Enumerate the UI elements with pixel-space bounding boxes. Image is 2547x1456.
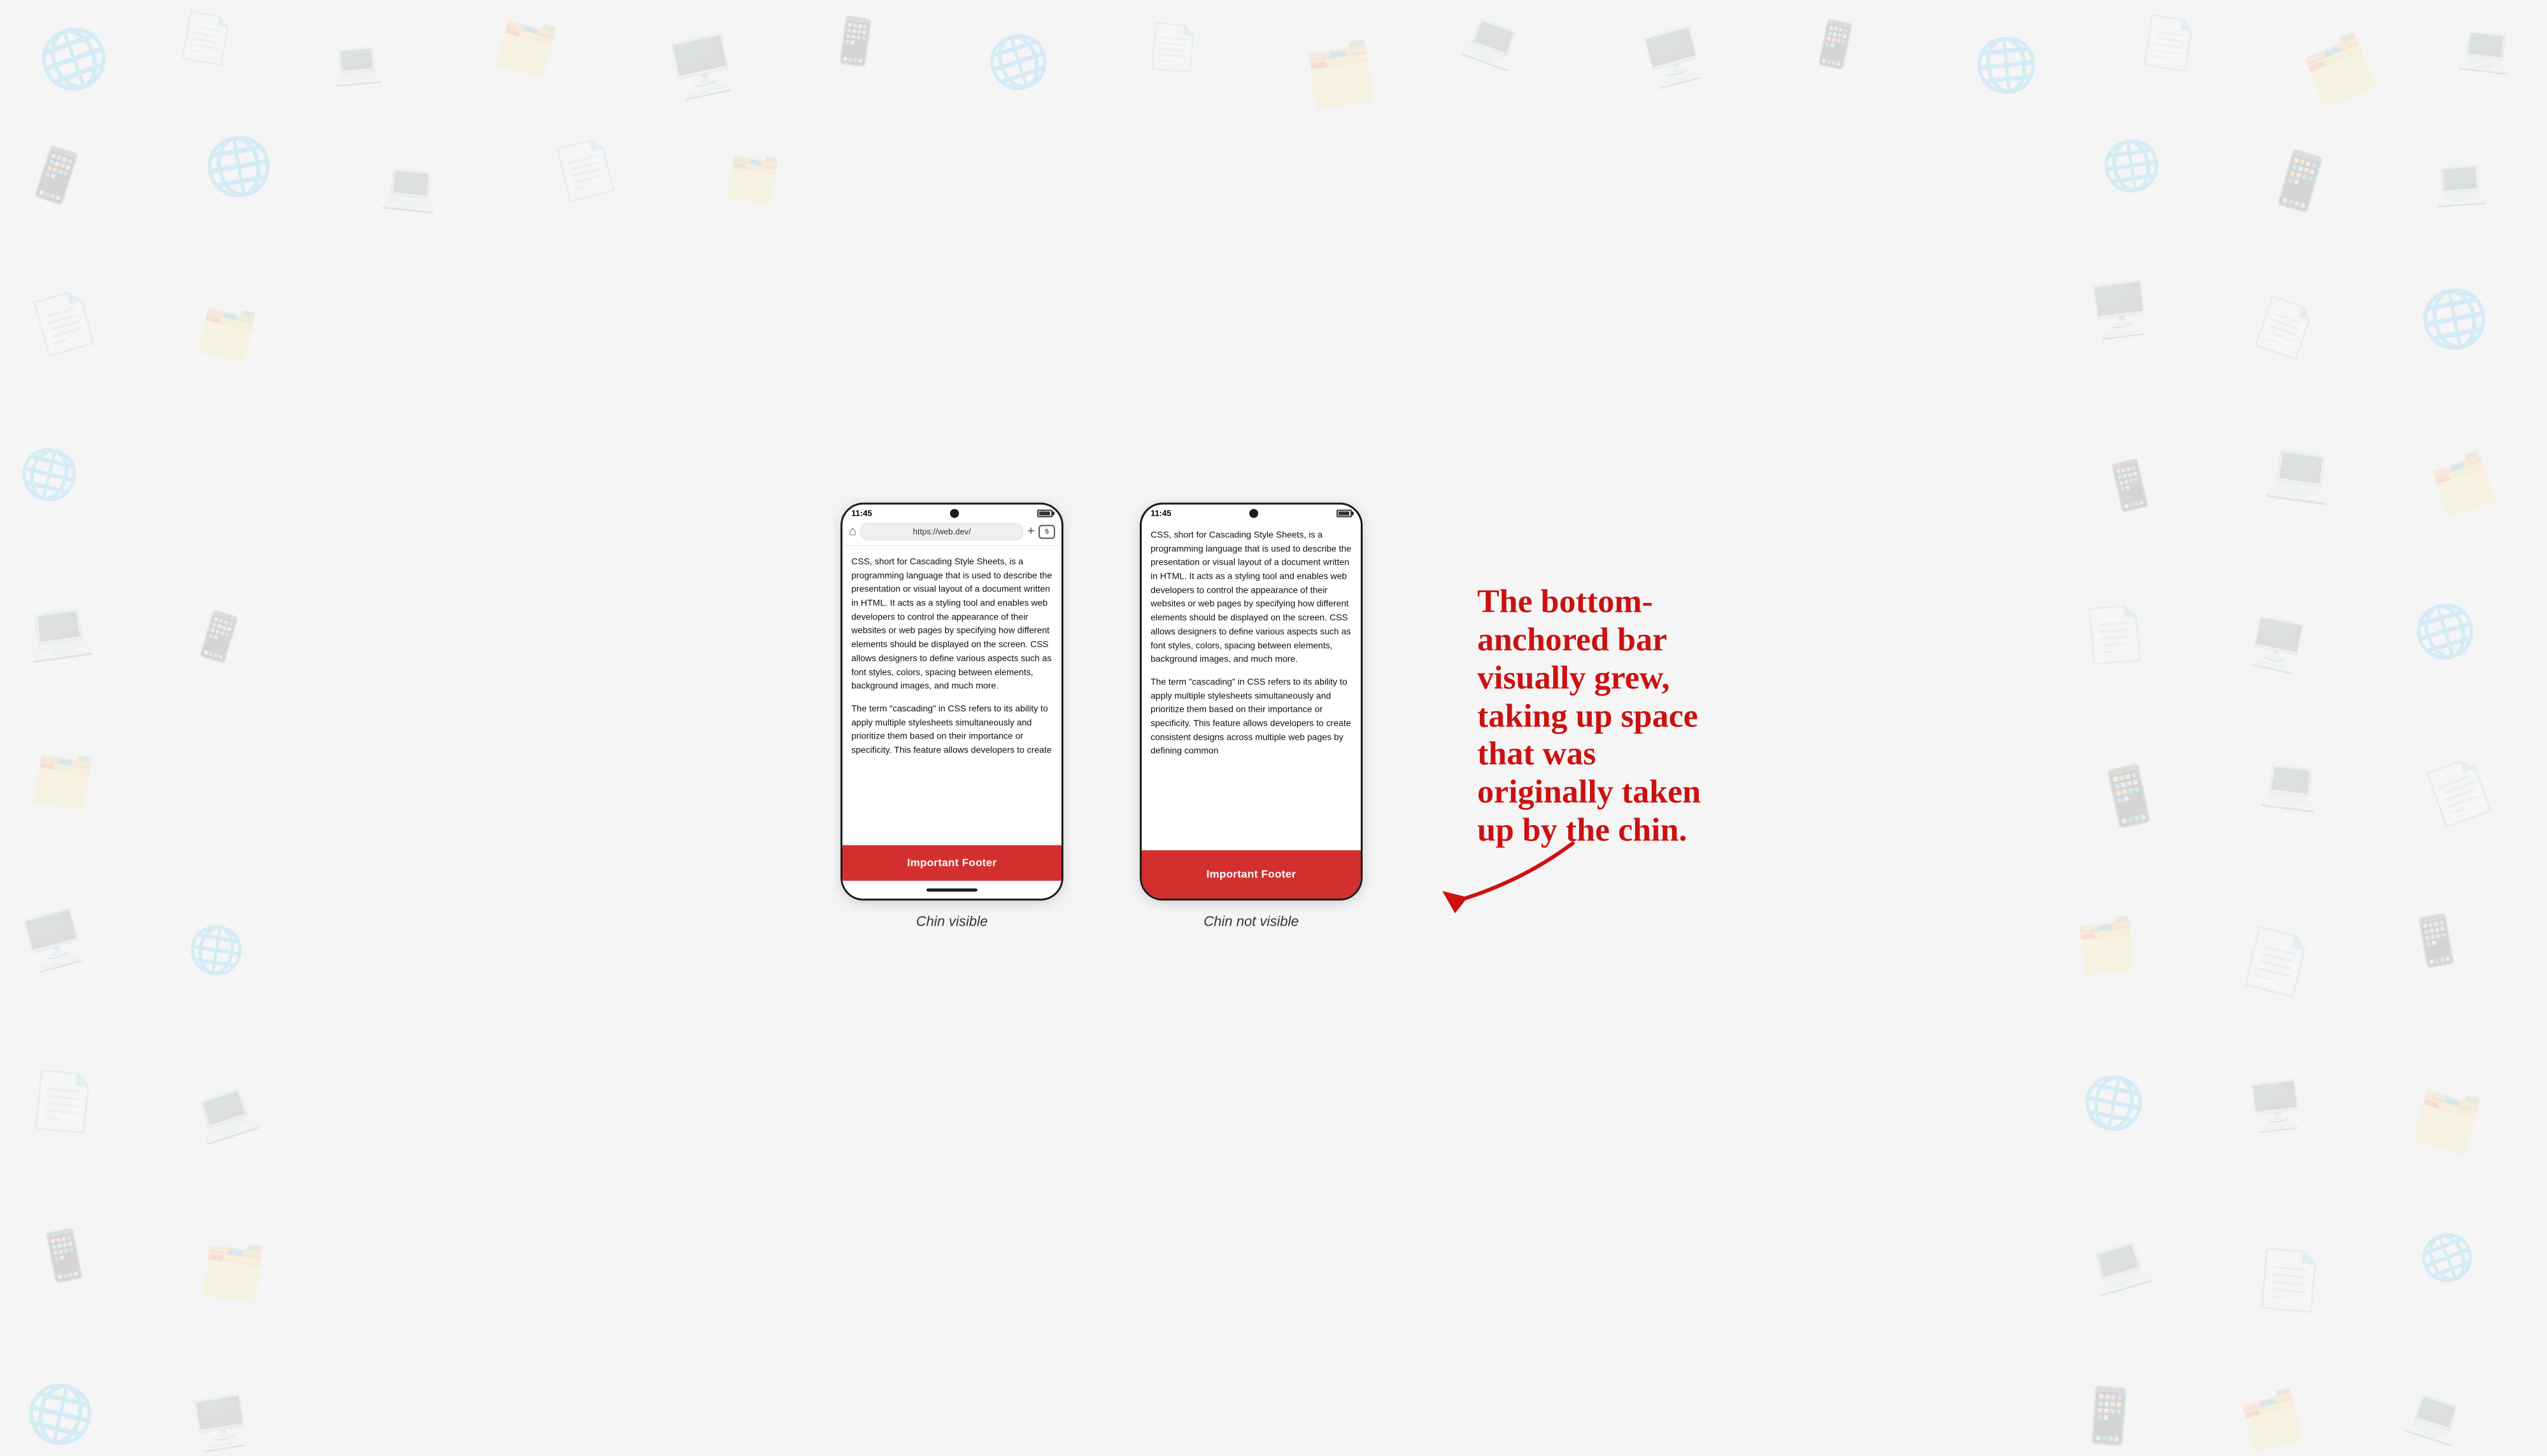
left-phone-chin bbox=[842, 881, 1061, 899]
right-phone-caption: Chin not visible bbox=[1203, 914, 1298, 930]
left-phone-wrapper: 11:45 ⌂ https://web.dev/ + 5 bbox=[841, 503, 1063, 930]
right-phone-wrapper: 11:45 CSS, short for Cascading Style She… bbox=[1140, 503, 1363, 930]
left-content-p1: CSS, short for Cascading Style Sheets, i… bbox=[851, 555, 1053, 693]
left-phone-caption: Chin visible bbox=[916, 914, 988, 930]
right-status-icons bbox=[1337, 509, 1352, 517]
right-content-area: CSS, short for Cascading Style Sheets, i… bbox=[1142, 519, 1361, 851]
left-battery-icon bbox=[1037, 509, 1053, 517]
annotation-line3: visually grew, bbox=[1477, 660, 1670, 696]
annotation-line4: taking up space bbox=[1477, 698, 1698, 734]
left-status-bar: 11:45 bbox=[842, 505, 1061, 519]
right-status-bar: 11:45 bbox=[1142, 505, 1361, 519]
left-camera-notch bbox=[950, 509, 959, 518]
annotation-line5: that was bbox=[1477, 736, 1596, 772]
left-tab-count[interactable]: 5 bbox=[1039, 525, 1055, 539]
right-content-p2: The term "cascading" in CSS refers to it… bbox=[1151, 675, 1352, 758]
left-phone-mockup: 11:45 ⌂ https://web.dev/ + 5 bbox=[841, 503, 1063, 901]
annotation-line1: The bottom- bbox=[1477, 584, 1653, 620]
left-phone-footer: Important Footer bbox=[842, 845, 1061, 881]
annotation-container: The bottom- anchored bar visually grew, … bbox=[1439, 583, 1706, 850]
left-status-icons bbox=[1037, 509, 1053, 517]
left-status-time: 11:45 bbox=[851, 509, 872, 518]
annotation-line6: originally taken bbox=[1477, 774, 1701, 810]
left-home-icon[interactable]: ⌂ bbox=[849, 525, 856, 539]
left-browser-chrome: ⌂ https://web.dev/ + 5 bbox=[842, 519, 1061, 546]
left-content-area: CSS, short for Cascading Style Sheets, i… bbox=[842, 546, 1061, 845]
right-phone-content: CSS, short for Cascading Style Sheets, i… bbox=[1142, 519, 1361, 767]
right-camera-notch bbox=[1249, 509, 1258, 518]
right-status-time: 11:45 bbox=[1151, 509, 1172, 518]
left-content-p2: The term "cascading" in CSS refers to it… bbox=[851, 702, 1053, 757]
left-add-button[interactable]: + bbox=[1027, 525, 1035, 539]
right-content-p1: CSS, short for Cascading Style Sheets, i… bbox=[1151, 528, 1352, 667]
annotation-text: The bottom- anchored bar visually grew, … bbox=[1477, 583, 1701, 850]
right-phone-mockup: 11:45 CSS, short for Cascading Style She… bbox=[1140, 503, 1363, 901]
left-phone-content: CSS, short for Cascading Style Sheets, i… bbox=[842, 546, 1061, 767]
annotation-arrow bbox=[1420, 830, 1611, 913]
right-battery-icon bbox=[1337, 509, 1352, 517]
right-phone-footer: Important Footer bbox=[1142, 851, 1361, 899]
main-container: 11:45 ⌂ https://web.dev/ + 5 bbox=[841, 503, 1706, 930]
annotation-line2: anchored bar bbox=[1477, 622, 1667, 658]
left-url-bar[interactable]: https://web.dev/ bbox=[860, 523, 1023, 541]
left-chin-bar bbox=[926, 888, 977, 891]
